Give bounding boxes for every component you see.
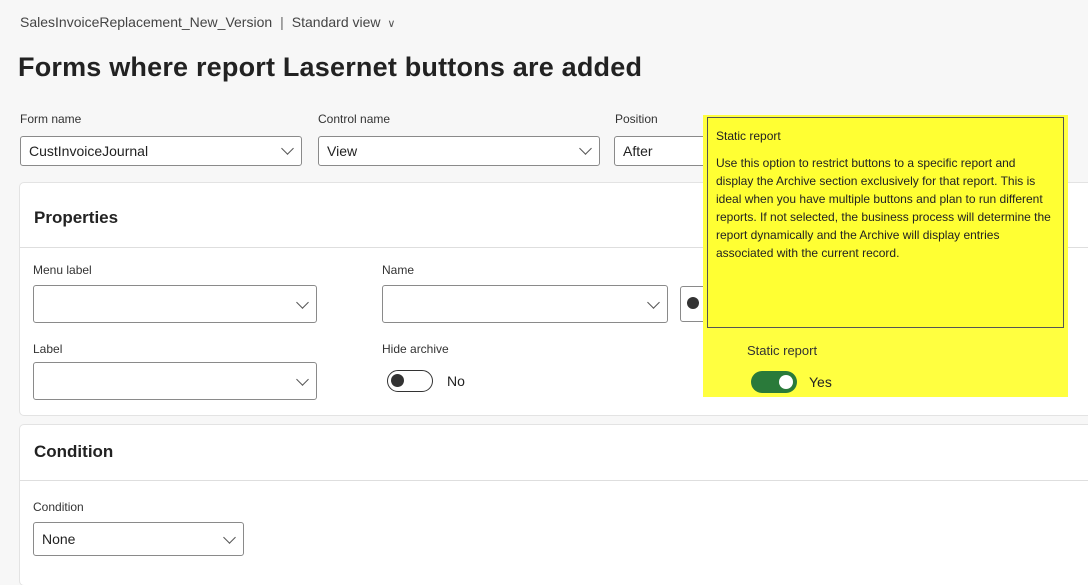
page-title: Forms where report Lasernet buttons are … bbox=[18, 52, 643, 82]
view-selector[interactable]: Standard view ∨ bbox=[292, 14, 396, 30]
static-report-toggle[interactable] bbox=[751, 371, 797, 393]
control-name-label: Control name bbox=[318, 112, 391, 126]
static-report-value: Yes bbox=[809, 374, 832, 390]
position-label: Position bbox=[615, 112, 658, 126]
chevron-down-icon bbox=[223, 531, 236, 544]
chevron-down-icon bbox=[296, 373, 309, 386]
toggle-knob bbox=[391, 374, 404, 387]
condition-select[interactable]: None bbox=[33, 522, 244, 556]
breadcrumb-record[interactable]: SalesInvoiceReplacement_New_Version bbox=[20, 14, 272, 30]
hide-archive-toggle[interactable] bbox=[387, 370, 433, 392]
control-name-value: View bbox=[327, 143, 358, 159]
toggle-knob bbox=[779, 375, 793, 389]
form-name-label: Form name bbox=[20, 112, 82, 126]
view-selector-label: Standard view bbox=[291, 14, 381, 30]
menu-label-label: Menu label bbox=[33, 263, 92, 277]
properties-header: Properties bbox=[34, 208, 119, 227]
name-select[interactable] bbox=[382, 285, 668, 323]
menu-label-select[interactable] bbox=[33, 285, 317, 323]
condition-card: Condition bbox=[20, 425, 1088, 585]
control-name-select[interactable]: View bbox=[318, 136, 600, 166]
chevron-down-icon bbox=[281, 142, 294, 155]
condition-header: Condition bbox=[34, 442, 114, 461]
position-value: After bbox=[623, 143, 653, 159]
tooltip-title: Static report bbox=[716, 129, 781, 143]
label-select[interactable] bbox=[33, 362, 317, 400]
breadcrumb-separator: | bbox=[280, 14, 284, 30]
name-label: Name bbox=[382, 263, 415, 277]
chevron-down-icon: ∨ bbox=[387, 18, 396, 30]
hide-archive-label: Hide archive bbox=[382, 342, 449, 356]
static-report-label: Static report bbox=[747, 343, 818, 358]
chevron-down-icon bbox=[579, 142, 592, 155]
hide-archive-value: No bbox=[447, 373, 465, 389]
label-label: Label bbox=[33, 342, 63, 356]
condition-divider bbox=[20, 480, 1088, 481]
tooltip-body: Use this option to restrict buttons to a… bbox=[716, 156, 1051, 260]
form-name-select[interactable]: CustInvoiceJournal bbox=[20, 136, 302, 166]
static-report-tooltip: Static report Use this option to restric… bbox=[707, 117, 1064, 328]
chevron-down-icon bbox=[647, 296, 660, 309]
chevron-down-icon bbox=[296, 296, 309, 309]
settings-icon bbox=[687, 297, 699, 309]
breadcrumb: SalesInvoiceReplacement_New_Version | St… bbox=[20, 14, 395, 30]
condition-value: None bbox=[42, 531, 76, 547]
form-name-value: CustInvoiceJournal bbox=[29, 143, 149, 159]
condition-label: Condition bbox=[33, 500, 84, 514]
